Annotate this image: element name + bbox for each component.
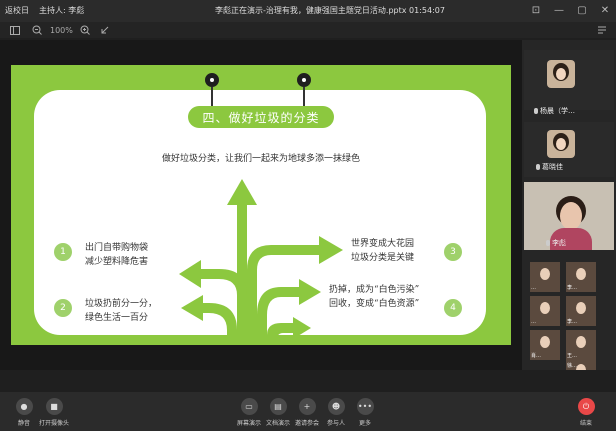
pin-icon	[297, 73, 311, 87]
camera-off-icon: ■	[45, 398, 63, 415]
presentation-toolbar: 100%	[0, 22, 616, 38]
power-icon: ⏻	[577, 398, 595, 415]
end-meeting-button[interactable]: ⏻ 结束	[566, 398, 606, 427]
avatar	[547, 60, 575, 88]
point-text: 垃圾扔前分一分， 绿色生活一百分	[85, 299, 158, 323]
close-icon[interactable]: ✕	[598, 3, 612, 17]
participant-name: 李彪	[552, 239, 566, 247]
point-text: 世界变成大花园 垃圾分类是关键	[351, 239, 415, 263]
slide-subtitle: 做好垃圾分类，让我们一起来为地球多添一抹绿色	[161, 154, 360, 164]
participant-name: 杨晨（学…	[540, 107, 575, 115]
maximize-icon[interactable]: ▢	[575, 3, 589, 17]
participant-thumbnail[interactable]: 王…	[566, 330, 596, 360]
host-label: 主持人: 李彪	[39, 6, 85, 15]
point-number: 3	[444, 243, 462, 261]
title-bar: 返校日 主持人: 李彪 李彪正在演示-治理有我，健康强国主题党日活动.pptx …	[0, 0, 616, 22]
point-text: 出门自带购物袋 减少塑料降危害	[85, 243, 149, 267]
participant-thumbnail[interactable]: …	[530, 262, 560, 292]
more-button[interactable]: ••• 更多	[345, 398, 385, 427]
participant-thumbnail[interactable]: 肖…	[530, 330, 560, 360]
document-icon: ▤	[269, 398, 287, 415]
more-dots-icon: •••	[356, 398, 374, 415]
point-number: 1	[54, 243, 72, 261]
zoom-out-icon[interactable]	[32, 24, 42, 36]
list-menu-icon[interactable]	[598, 24, 608, 36]
sidebar-toggle-icon[interactable]	[10, 24, 20, 36]
slide: 四、做好垃圾的分类 做好垃圾分类，让我们一起来为地球多添一抹绿色 1 出门自带购…	[11, 65, 511, 345]
participant-card[interactable]: 杨晨（学…	[524, 50, 614, 115]
participant-name: 葛晓佳	[542, 163, 563, 171]
point-text: 扔掉，成为“白色污染” 回收，变成“白色资源”	[329, 285, 420, 309]
fit-arrow-icon[interactable]	[100, 24, 110, 36]
participants-panel: 杨晨（学… 葛晓佳 李彪 … 李… … 李… 肖… 王… 徐…	[522, 40, 616, 370]
camera-button[interactable]: ■ 打开摄像头	[34, 398, 74, 427]
point-number: 2	[54, 299, 72, 317]
mic-icon	[546, 240, 550, 246]
meeting-controls: ● 静音 ■ 打开摄像头 ▭ 屏幕演示 ▤ 文档演示 + 邀请参会 ☻ 参与人 …	[0, 392, 616, 431]
participant-thumbnail[interactable]: 李…	[566, 296, 596, 326]
mic-icon	[536, 164, 540, 170]
pin-window-icon[interactable]: ⊡	[529, 3, 543, 17]
screen-share-icon: ▭	[240, 398, 258, 415]
zoom-level: 100%	[50, 25, 73, 35]
participant-thumbnail[interactable]: …	[530, 296, 560, 326]
back-link[interactable]: 返校日	[5, 5, 29, 16]
presentation-stage: 四、做好垃圾的分类 做好垃圾分类，让我们一起来为地球多添一抹绿色 1 出门自带购…	[0, 40, 522, 370]
mic-icon	[534, 108, 538, 114]
minimize-icon[interactable]: —	[552, 3, 566, 17]
meeting-app: 返校日 主持人: 李彪 李彪正在演示-治理有我，健康强国主题党日活动.pptx …	[0, 0, 616, 431]
branching-arrows-graphic	[179, 179, 343, 345]
zoom-in-icon[interactable]	[80, 24, 90, 36]
participant-card[interactable]: 葛晓佳	[524, 122, 614, 177]
microphone-icon: ●	[15, 398, 33, 415]
people-icon: ☻	[327, 398, 345, 415]
avatar	[547, 130, 575, 158]
window-title: 李彪正在演示-治理有我，健康强国主题党日活动.pptx 01:54:07	[215, 6, 445, 15]
slide-heading: 四、做好垃圾的分类	[188, 106, 334, 128]
participant-thumbnail[interactable]: 徐…	[566, 358, 596, 370]
active-speaker-video[interactable]: 李彪	[524, 182, 614, 250]
pin-icon	[205, 73, 219, 87]
point-number: 4	[444, 299, 462, 317]
participant-thumbnail[interactable]: 李…	[566, 262, 596, 292]
add-person-icon: +	[298, 398, 316, 415]
